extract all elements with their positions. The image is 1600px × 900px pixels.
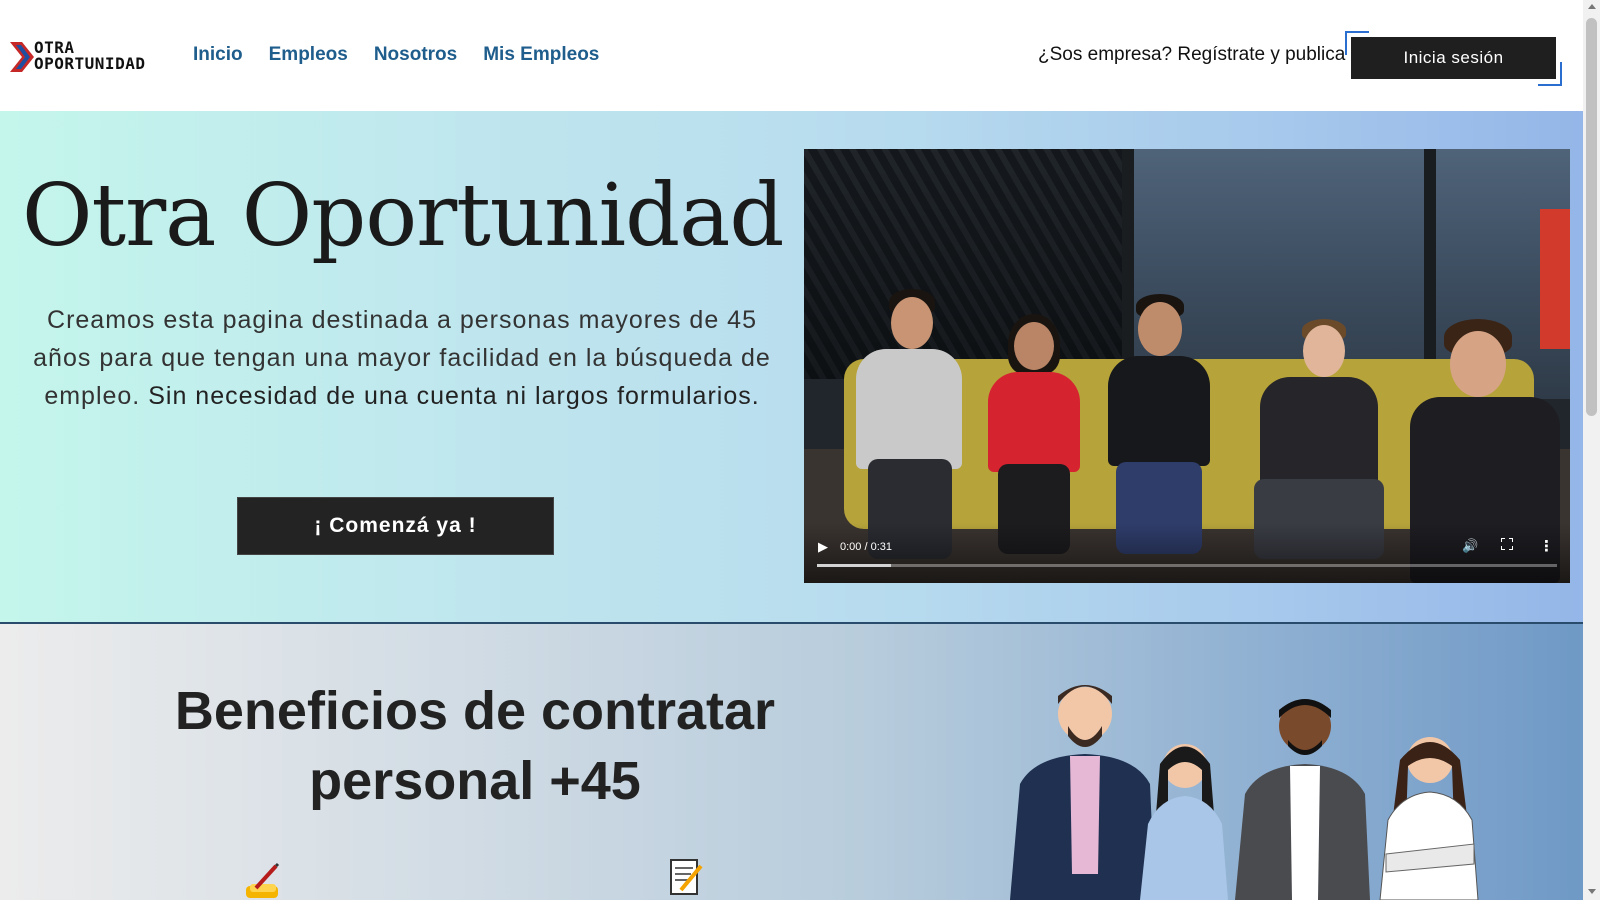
logo-text: OTRA OPORTUNIDAD <box>34 40 145 72</box>
video-time: 0:00 / 0:31 <box>840 541 892 553</box>
logo-chevron-icon <box>10 42 34 72</box>
navbar: OTRA OPORTUNIDAD Inicio Empleos Nosotros… <box>0 0 1583 111</box>
main-nav: Inicio Empleos Nosotros Mis Empleos <box>193 44 599 66</box>
video-progress-track[interactable] <box>817 564 1557 567</box>
fullscreen-icon[interactable] <box>1501 538 1513 550</box>
memo-icon <box>670 859 703 895</box>
business-people-illustration <box>1010 685 1479 900</box>
login-button[interactable]: Inicia sesión <box>1351 37 1556 79</box>
video-person <box>1104 294 1214 554</box>
scrollbar-thumb[interactable] <box>1586 18 1597 416</box>
video-buffered-bar <box>817 564 891 567</box>
hero-description: Creamos esta pagina destinada a personas… <box>22 301 782 415</box>
logo-line-2: OPORTUNIDAD <box>34 54 146 73</box>
nav-link-inicio[interactable]: Inicio <box>193 44 243 66</box>
benefits-title-line-2: personal +45 <box>309 751 641 811</box>
benefits-title-line-1: Beneficios de contratar <box>174 681 776 741</box>
nav-link-empleos[interactable]: Empleos <box>269 44 348 66</box>
logo[interactable]: OTRA OPORTUNIDAD <box>10 40 170 74</box>
volume-icon[interactable]: 🔊 <box>1462 539 1478 554</box>
video-person <box>854 289 964 559</box>
nav-link-mis-empleos[interactable]: Mis Empleos <box>483 44 599 66</box>
hero-title: Otra Oportunidad <box>22 166 784 266</box>
benefits-section: Beneficios de contratar personal +45 <box>0 624 1583 900</box>
video-player[interactable]: ▶ 0:00 / 0:31 🔊 ⋮ <box>804 149 1570 583</box>
start-now-button[interactable]: ¡ Comenzá ya ! <box>237 497 554 555</box>
video-person <box>984 314 1084 554</box>
scroll-up-arrow-icon[interactable] <box>1588 4 1596 9</box>
nav-link-nosotros[interactable]: Nosotros <box>374 44 457 66</box>
writing-hand-icon <box>246 862 280 898</box>
hero-section: Otra Oportunidad Creamos esta pagina des… <box>0 111 1583 624</box>
page-scrollbar[interactable] <box>1583 0 1600 900</box>
benefits-title: Beneficios de contratar personal +45 <box>120 676 830 816</box>
video-controls: ▶ 0:00 / 0:31 🔊 ⋮ <box>804 523 1570 583</box>
play-icon[interactable]: ▶ <box>818 540 828 555</box>
hero-description-part-2: Sin necesidad de una cuenta ni largos fo… <box>148 382 760 410</box>
scroll-down-arrow-icon[interactable] <box>1588 889 1596 894</box>
more-options-icon[interactable]: ⋮ <box>1539 537 1554 555</box>
company-register-link[interactable]: ¿Sos empresa? Regístrate y publica <box>1038 44 1345 66</box>
login-button-frame: Inicia sesión <box>1345 31 1562 86</box>
